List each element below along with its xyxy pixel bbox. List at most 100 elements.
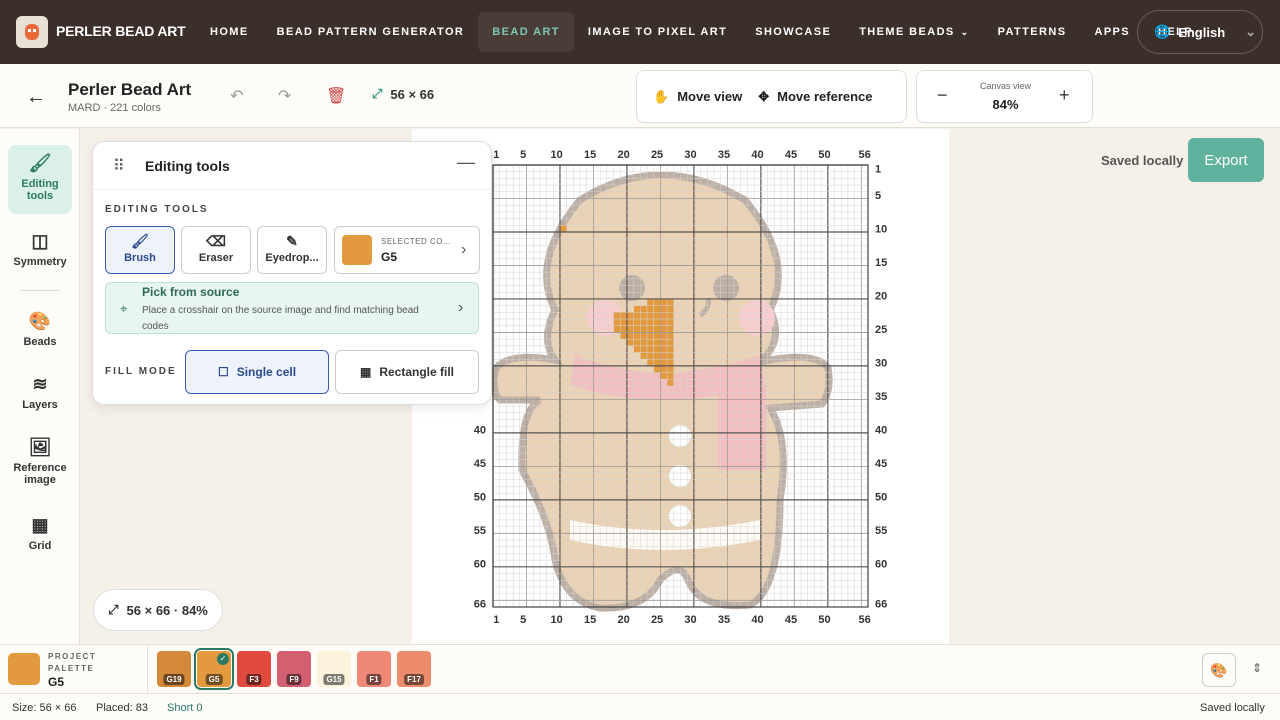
bead-swatch-g5[interactable]: G5 ✓ bbox=[194, 648, 234, 690]
bead-swatch-f17[interactable]: F17 bbox=[397, 651, 431, 687]
brand-name[interactable]: PERLER BEAD ART bbox=[56, 23, 186, 39]
single-cell-button[interactable]: ☐ Single cell bbox=[185, 350, 329, 394]
sidebar-item-reference-image[interactable]: 🖼 Reference image bbox=[8, 437, 72, 486]
bead-swatch-g15[interactable]: G15 bbox=[317, 651, 351, 687]
placed-bead bbox=[613, 319, 621, 326]
y-tick-label: 50 bbox=[474, 492, 486, 504]
chevron-down-icon: ⌄ bbox=[1245, 24, 1257, 39]
nav-bead-pattern-generator[interactable]: BEAD PATTERN GENERATOR bbox=[263, 12, 479, 52]
minimize-icon[interactable]: — bbox=[457, 152, 475, 173]
x-tick-label: 20 bbox=[617, 614, 629, 626]
y-axis-right: 15101520253035404550556066 bbox=[875, 163, 887, 610]
y-axis-left: 40 45 50 55 60 66 bbox=[474, 425, 486, 611]
export-button[interactable]: Export bbox=[1188, 138, 1264, 182]
bead-swatch-f3[interactable]: F3 bbox=[237, 651, 271, 687]
sidebar-item-editing-tools[interactable]: 🖌 Editing tools bbox=[8, 145, 72, 214]
placed-bead bbox=[667, 319, 674, 326]
back-arrow-icon[interactable]: ← bbox=[26, 86, 46, 109]
x-tick-label: 40 bbox=[751, 149, 763, 161]
nav-theme-beads[interactable]: THEME BEADS ⌄ bbox=[845, 12, 983, 52]
status-size: Size: 56 × 66 bbox=[12, 702, 77, 714]
expand-icon: ⤢ bbox=[372, 86, 383, 101]
placed-bead bbox=[626, 332, 634, 340]
x-tick-label: 5 bbox=[520, 149, 526, 161]
move-view-button[interactable]: ✋ Move view bbox=[653, 89, 742, 105]
palette-selected-code: G5 bbox=[48, 675, 65, 689]
language-selector[interactable]: 🌐 English ⌄ bbox=[1137, 10, 1263, 54]
placed-bead bbox=[633, 305, 641, 313]
expand-chevron-icon[interactable]: ⇕ bbox=[1252, 661, 1262, 675]
bead-canvas[interactable]: 1 5 10 15 20 25 30 35 40 45 50 56 1 5 10 15 20 25 30 35 40 4… bbox=[460, 140, 910, 640]
canvas-size-button[interactable]: ⤢ 56 × 66 bbox=[372, 86, 434, 102]
selected-color-button[interactable]: SELECTED CO... G5 › bbox=[334, 226, 480, 274]
palette-icon: 🎨 bbox=[28, 311, 52, 331]
zoom-control: − Canvas view 84% + bbox=[916, 70, 1093, 123]
y-tick-label: 40 bbox=[875, 425, 887, 437]
x-tick-label: 15 bbox=[584, 614, 596, 626]
sidebar-divider bbox=[20, 290, 60, 291]
bead-code-label: F1 bbox=[366, 674, 382, 685]
placed-bead bbox=[647, 325, 654, 333]
x-tick-label: 56 bbox=[859, 149, 871, 161]
bead-swatch-f1[interactable]: F1 bbox=[357, 651, 391, 687]
zoom-in-button[interactable]: + bbox=[1059, 85, 1070, 106]
palette-icon[interactable]: 🎨 bbox=[1202, 653, 1236, 687]
nav-bead-art[interactable]: BEAD ART bbox=[478, 12, 574, 52]
placed-bead bbox=[640, 352, 648, 360]
grid-icon: ▦ bbox=[359, 365, 372, 379]
move-reference-button[interactable]: ✥ Move reference bbox=[758, 89, 872, 105]
nav-home[interactable]: HOME bbox=[196, 12, 263, 52]
placed-bead bbox=[653, 312, 661, 320]
placed-bead bbox=[626, 312, 634, 320]
placed-bead bbox=[647, 319, 654, 326]
trash-icon[interactable]: 🗑 bbox=[326, 86, 346, 106]
eraser-tool-button[interactable]: ⌫ Eraser bbox=[181, 226, 251, 274]
square-icon: ☐ bbox=[217, 365, 229, 379]
sidebar-item-beads[interactable]: 🎨 Beads bbox=[8, 311, 72, 348]
bead-swatch-f9[interactable]: F9 bbox=[277, 651, 311, 687]
nav-image-to-pixel-art[interactable]: IMAGE TO PIXEL ART bbox=[574, 12, 741, 52]
bead-swatch-g19[interactable]: G19 bbox=[157, 651, 191, 687]
status-saved: Saved locally bbox=[1200, 702, 1265, 714]
y-tick-label: 55 bbox=[875, 525, 887, 537]
x-tick-label: 1 bbox=[493, 149, 499, 161]
project-palette-bar: PROJECT PALETTE G5 G19 G5 ✓ F3 F9 G15 F1 F17 🎨 … bbox=[0, 644, 1280, 694]
eyedropper-tool-button[interactable]: ✎ Eyedrop... bbox=[257, 226, 327, 274]
nav-apps[interactable]: APPS bbox=[1080, 12, 1144, 52]
x-tick-label: 25 bbox=[651, 614, 663, 626]
x-tick-label: 20 bbox=[617, 149, 629, 161]
logo-icon[interactable] bbox=[16, 16, 48, 48]
globe-icon: 🌐 bbox=[1154, 24, 1171, 39]
layers-icon: ≋ bbox=[32, 374, 48, 394]
y-tick-label: 66 bbox=[474, 599, 486, 611]
fill-mode-label: FILL MODE bbox=[105, 366, 177, 377]
chevron-right-icon: › bbox=[461, 241, 467, 258]
sidebar-item-layers[interactable]: ≋ Layers bbox=[8, 374, 72, 411]
canvas-size-chip[interactable]: ⤢ 56 × 66 · 84% bbox=[93, 589, 223, 631]
x-tick-label: 35 bbox=[718, 614, 730, 626]
drag-handle-icon[interactable]: ⠿ bbox=[113, 156, 125, 176]
brush-icon: 🖌 bbox=[28, 153, 52, 173]
placed-bead bbox=[647, 359, 654, 366]
y-tick-label: 1 bbox=[875, 163, 881, 175]
nav-showcase[interactable]: SHOWCASE bbox=[741, 12, 845, 52]
y-tick-label: 20 bbox=[875, 291, 887, 303]
pick-from-source-button[interactable]: ⌖ Pick from source Place a crosshair on … bbox=[105, 282, 479, 334]
placed-bead bbox=[660, 372, 668, 380]
x-tick-label: 10 bbox=[550, 149, 562, 161]
nav-patterns[interactable]: PATTERNS bbox=[984, 12, 1081, 52]
panel-title: Editing tools bbox=[145, 158, 230, 174]
y-tick-label: 60 bbox=[875, 558, 887, 570]
palette-divider bbox=[147, 645, 148, 694]
hand-icon: ✋ bbox=[653, 88, 670, 104]
redo-icon[interactable]: ↷ bbox=[278, 86, 291, 106]
brush-tool-button[interactable]: 🖌 Brush bbox=[105, 226, 175, 274]
undo-icon[interactable]: ↶ bbox=[230, 86, 243, 106]
palette-label: PROJECT PALETTE bbox=[48, 652, 97, 673]
rectangle-fill-button[interactable]: ▦ Rectangle fill bbox=[335, 350, 479, 394]
sidebar-item-symmetry[interactable]: ◫ Symmetry bbox=[8, 231, 72, 268]
grid-icon: ▦ bbox=[31, 515, 49, 535]
placed-bead bbox=[640, 305, 648, 313]
x-tick-label: 35 bbox=[718, 149, 730, 161]
sidebar-item-grid[interactable]: ▦ Grid bbox=[8, 515, 72, 552]
